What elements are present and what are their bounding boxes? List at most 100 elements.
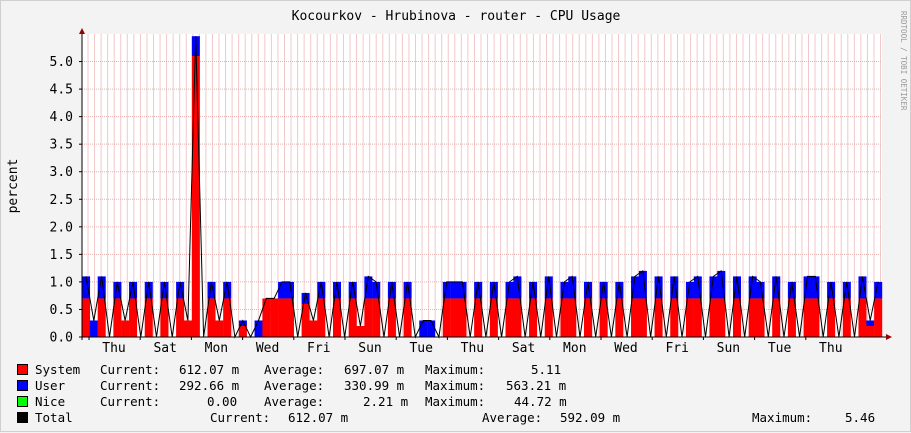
area-system-segment xyxy=(183,320,193,337)
area-system-segment xyxy=(513,298,522,337)
area-system-segment xyxy=(748,298,757,337)
legend-maximum-label: Maximum: xyxy=(425,362,486,377)
area-system-segment xyxy=(732,298,742,337)
y-tick-label: 4.5 xyxy=(50,83,73,98)
area-system-segment xyxy=(215,320,224,337)
area-system-segment xyxy=(811,298,820,337)
area-system-segment xyxy=(866,325,875,337)
legend-name: System xyxy=(35,362,81,377)
x-tick-label: Sun xyxy=(717,341,740,356)
area-user-segment xyxy=(427,320,436,337)
x-tick-label: Tue xyxy=(768,341,792,356)
x-tick-label: Sat xyxy=(153,341,176,356)
area-system-segment xyxy=(772,298,781,337)
legend-current-label: Current: xyxy=(100,378,161,393)
legend-current-label: Current: xyxy=(100,394,161,409)
legend-maximum-value: 5.11 xyxy=(531,362,562,377)
legend-maximum-value: 44.72 m xyxy=(514,394,567,409)
legend-average-label: Average: xyxy=(482,410,543,425)
legend-swatch-nice xyxy=(17,396,28,407)
area-system-segment xyxy=(638,298,647,337)
area-system-segment xyxy=(121,320,130,337)
y-tick-label: 5.0 xyxy=(50,55,73,70)
y-axis-arrow xyxy=(79,28,85,34)
y-tick-label: 0.5 xyxy=(50,303,73,318)
area-system-segment xyxy=(278,298,287,337)
area-system-segment xyxy=(693,298,702,337)
area-system-segment xyxy=(670,298,679,337)
legend-maximum-value: 5.46 xyxy=(845,410,876,425)
legend-current-value: 0.00 xyxy=(207,394,238,409)
legend-average-label: Average: xyxy=(264,394,325,409)
legend-maximum-label: Maximum: xyxy=(425,378,486,393)
chart-title: Kocourkov - Hrubinova - router - CPU Usa… xyxy=(292,9,621,24)
area-user-segment xyxy=(419,320,428,337)
area-system-segment xyxy=(309,320,318,337)
y-tick-label: 3.0 xyxy=(50,165,73,180)
graph-frame: 0.0 0.5 1.0 1.5 2.0 2.5 3.0 3.5 4.0 4.5 5.0 Thu Sat M… xyxy=(0,0,911,432)
legend-average-label: Average: xyxy=(264,362,325,377)
x-tick-label: Sat xyxy=(512,341,535,356)
area-user-segment xyxy=(278,281,287,299)
y-tick-label: 1.5 xyxy=(50,248,73,263)
x-tick-label: Tue xyxy=(409,341,433,356)
legend-current-value: 612.07 m xyxy=(288,410,349,425)
x-tick-label: Mon xyxy=(205,341,228,356)
legend-name: Nice xyxy=(35,394,66,409)
legend-name: User xyxy=(35,378,66,393)
x-tick-label: Thu xyxy=(461,341,484,356)
y-tick-label: 1.0 xyxy=(50,275,73,290)
y-axis-label: percent xyxy=(6,159,21,214)
area-system-segment xyxy=(709,298,718,337)
x-tick-label: Fri xyxy=(665,341,688,356)
legend-average-label: Average: xyxy=(264,378,325,393)
y-tick-label: 2.5 xyxy=(50,193,73,208)
legend-average-value: 592.09 m xyxy=(560,410,621,425)
area-system-segment xyxy=(874,298,883,337)
legend-maximum-value: 563.21 m xyxy=(506,378,567,393)
legend-average-value: 330.99 m xyxy=(344,378,405,393)
x-tick-label: Wed xyxy=(614,341,637,356)
legend-name: Total xyxy=(35,410,73,425)
y-tick-label: 0.0 xyxy=(50,331,73,346)
x-tick-label: Sun xyxy=(358,341,381,356)
area-system-segment xyxy=(568,298,577,337)
x-tick-label: Mon xyxy=(563,341,586,356)
area-system-segment xyxy=(858,298,867,337)
x-tick-label: Fri xyxy=(307,341,330,356)
x-tick-label: Thu xyxy=(102,341,125,356)
legend-current-label: Current: xyxy=(210,410,271,425)
y-tick-label: 2.0 xyxy=(50,220,73,235)
area-system-segment xyxy=(191,56,200,337)
legend-average-value: 2.21 m xyxy=(363,394,409,409)
area-system-segment xyxy=(631,298,640,337)
legend-maximum-label: Maximum: xyxy=(425,394,486,409)
area-user-segment xyxy=(89,320,98,337)
area-user-segment xyxy=(866,320,875,326)
area-system-segment xyxy=(262,298,271,337)
x-axis-arrow xyxy=(886,334,892,340)
y-tick-label: 3.5 xyxy=(50,138,73,153)
area-user-segment xyxy=(450,281,459,299)
area-system-segment xyxy=(270,298,279,337)
legend-maximum-label: Maximum: xyxy=(752,410,813,425)
y-tick-label: 4.0 xyxy=(50,110,73,125)
area-system-segment xyxy=(82,298,91,337)
area-system-segment xyxy=(717,298,726,337)
legend-swatch-system xyxy=(17,364,28,375)
x-tick-label: Thu xyxy=(819,341,842,356)
area-system-segment xyxy=(356,325,365,337)
legend-swatch-user xyxy=(17,380,28,391)
legend-swatch-total xyxy=(17,412,28,423)
area-system-segment xyxy=(544,298,553,337)
legend-current-value: 612.07 m xyxy=(179,362,240,377)
area-system-segment xyxy=(364,298,373,337)
area-system-segment xyxy=(450,298,459,337)
area-user-segment xyxy=(254,320,263,337)
rrdtool-watermark: RRDTOOL / TOBI OETIKER xyxy=(899,11,908,111)
area-system-segment xyxy=(803,298,812,337)
x-tick-label: Wed xyxy=(256,341,279,356)
legend-current-value: 292.66 m xyxy=(179,378,240,393)
legend-average-value: 697.07 m xyxy=(344,362,405,377)
area-system-segment xyxy=(97,298,106,337)
